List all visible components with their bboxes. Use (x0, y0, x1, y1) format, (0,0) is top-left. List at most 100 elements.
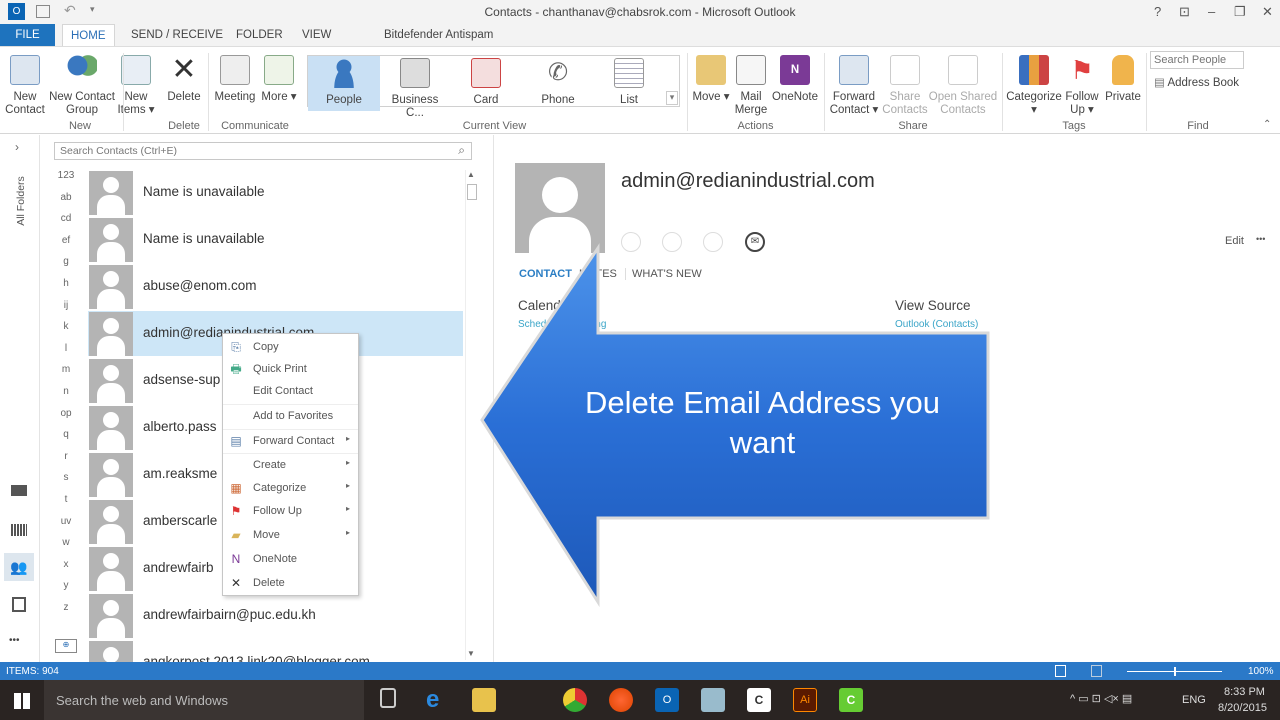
more-nav-icon[interactable]: ••• (9, 635, 20, 646)
tab-send-receive[interactable]: SEND / RECEIVE (123, 24, 231, 46)
task-view-icon[interactable] (380, 688, 396, 708)
alphabet-letter[interactable]: z (55, 602, 77, 624)
alphabet-letter[interactable]: k (55, 321, 77, 343)
move-button[interactable]: Move ▾ (692, 51, 730, 104)
alphabet-letter[interactable]: w (55, 537, 77, 559)
view-business-card[interactable]: Business C... (382, 56, 448, 120)
contact-row[interactable]: abuse@enom.com (88, 264, 463, 309)
alphabet-letter[interactable]: x (55, 559, 77, 581)
mail-icon[interactable] (11, 485, 27, 496)
reading-view-icon[interactable] (1091, 665, 1102, 677)
outlook-taskbar-icon[interactable]: O (655, 688, 679, 712)
camtasia-recorder-icon[interactable]: C (839, 688, 863, 712)
new-items-button[interactable]: New Items ▾ (116, 51, 156, 117)
view-card[interactable]: Card (456, 56, 516, 107)
address-book-button[interactable]: ▤ Address Book (1154, 75, 1239, 89)
alphabet-letter[interactable]: uv (55, 516, 77, 538)
menu-item-edit-contact[interactable]: Edit Contact (223, 380, 358, 402)
menu-item-quick-print[interactable]: 🖶 Quick Print (223, 358, 358, 380)
minimize-button[interactable]: – (1208, 4, 1215, 19)
alphabet-letter[interactable]: q (55, 429, 77, 451)
alphabet-letter[interactable]: s (55, 472, 77, 494)
app-icon[interactable] (701, 688, 725, 712)
alphabet-letter[interactable]: h (55, 278, 77, 300)
tab-home[interactable]: HOME (62, 24, 115, 46)
edit-button[interactable]: Edit (1225, 235, 1244, 247)
menu-item-categorize[interactable]: ▦ Categorize ▸ (223, 477, 358, 499)
zoom-slider-thumb[interactable] (1174, 667, 1176, 676)
view-phone[interactable]: ✆ Phone (528, 56, 588, 107)
alphabet-letter[interactable]: g (55, 256, 77, 278)
search-contacts-input[interactable]: Search Contacts (Ctrl+E) ⌕ (54, 142, 472, 160)
more-button[interactable]: More ▾ (260, 51, 298, 104)
onenote-button[interactable]: N OneNote (770, 51, 820, 104)
menu-item-onenote[interactable]: N OneNote (223, 548, 358, 570)
ribbon-display-button[interactable]: ⊡ (1179, 4, 1190, 20)
help-button[interactable]: ? (1154, 4, 1161, 19)
menu-item-create[interactable]: Create ▸ (223, 453, 358, 475)
zoom-level[interactable]: 100% (1248, 666, 1274, 677)
camtasia-icon[interactable]: C (747, 688, 771, 712)
new-contact-button[interactable]: New Contact (2, 51, 48, 117)
alphabet-letter[interactable]: r (55, 451, 77, 473)
contact-row[interactable]: andrewfairbairn@puc.edu.kh (88, 593, 463, 638)
online-directory-icon[interactable]: ⊕ (55, 639, 77, 653)
all-folders-label[interactable]: All Folders (15, 176, 27, 226)
share-contacts-button[interactable]: Share Contacts (882, 51, 928, 117)
tasks-icon[interactable] (12, 597, 26, 612)
alphabet-letter[interactable]: t (55, 494, 77, 516)
close-button[interactable]: ✕ (1262, 4, 1273, 20)
language-indicator[interactable]: ENG (1182, 694, 1206, 706)
menu-item-delete[interactable]: ✕ Delete (223, 572, 358, 594)
menu-item-forward-contact[interactable]: ▤ Forward Contact ▸ (223, 429, 358, 451)
contact-row[interactable]: Name is unavailable (88, 217, 463, 262)
mail-merge-button[interactable]: Mail Merge (732, 51, 770, 117)
forward-contact-button[interactable]: Forward Contact ▾ (828, 51, 880, 117)
alphabet-letter[interactable]: cd (55, 213, 77, 235)
firefox-icon[interactable] (609, 688, 633, 712)
restore-button[interactable]: ❐ (1234, 4, 1246, 20)
alphabet-letter[interactable]: m (55, 364, 77, 386)
follow-up-button[interactable]: ⚑ Follow Up ▾ (1062, 51, 1102, 117)
view-list[interactable]: List (600, 56, 658, 107)
tray-icons[interactable]: ^ ▭ ⊡ ◁× ▤ (1070, 692, 1132, 705)
new-contact-group-button[interactable]: New Contact Group (48, 51, 116, 117)
gallery-expand-icon[interactable]: ▾ (666, 91, 678, 105)
file-explorer-icon[interactable] (472, 688, 496, 712)
view-people[interactable]: People (308, 56, 380, 111)
clock-date[interactable]: 8/20/2015 (1218, 702, 1267, 714)
menu-item-add-to-favorites[interactable]: Add to Favorites (223, 404, 358, 426)
alphabet-letter[interactable]: ef (55, 235, 77, 257)
more-options-icon[interactable]: ••• (1256, 234, 1265, 244)
alphabet-letter[interactable]: y (55, 580, 77, 602)
alphabet-letter[interactable]: ab (55, 192, 77, 214)
meeting-button[interactable]: Meeting (212, 51, 258, 104)
tab-bitdefender[interactable]: Bitdefender Antispam (376, 24, 501, 46)
alphabet-letter[interactable]: ij (55, 300, 77, 322)
windows-start-icon[interactable] (14, 693, 30, 709)
edge-icon[interactable]: e (426, 688, 450, 712)
search-icon[interactable]: ⌕ (458, 143, 465, 158)
alphabet-letter[interactable]: 123 (55, 170, 77, 192)
menu-item-copy[interactable]: ⎘ Copy (223, 336, 358, 358)
delete-button[interactable]: ✕ Delete (163, 51, 205, 104)
tab-folder[interactable]: FOLDER (228, 24, 291, 46)
tab-file[interactable]: FILE (0, 24, 55, 46)
calendar-icon[interactable] (11, 524, 27, 536)
alphabet-letter[interactable]: n (55, 386, 77, 408)
contact-row[interactable]: Name is unavailable (88, 170, 463, 215)
categorize-button[interactable]: Categorize ▾ (1006, 51, 1062, 117)
taskbar-search[interactable]: Search the web and Windows (44, 680, 364, 720)
alphabet-letter[interactable]: l (55, 343, 77, 365)
private-button[interactable]: Private (1102, 51, 1144, 104)
normal-view-icon[interactable] (1055, 665, 1066, 677)
alphabet-letter[interactable]: op (55, 408, 77, 430)
search-people-input[interactable] (1150, 51, 1244, 69)
menu-item-move[interactable]: ▰ Move ▸ (223, 524, 358, 546)
menu-item-follow-up[interactable]: ⚑ Follow Up ▸ (223, 500, 358, 522)
tab-view[interactable]: VIEW (294, 24, 339, 46)
open-shared-contacts-button[interactable]: Open Shared Contacts (928, 51, 998, 117)
clock-time[interactable]: 8:33 PM (1224, 686, 1265, 698)
expand-folder-pane-icon[interactable]: › (15, 140, 19, 154)
illustrator-icon[interactable]: Ai (793, 688, 817, 712)
